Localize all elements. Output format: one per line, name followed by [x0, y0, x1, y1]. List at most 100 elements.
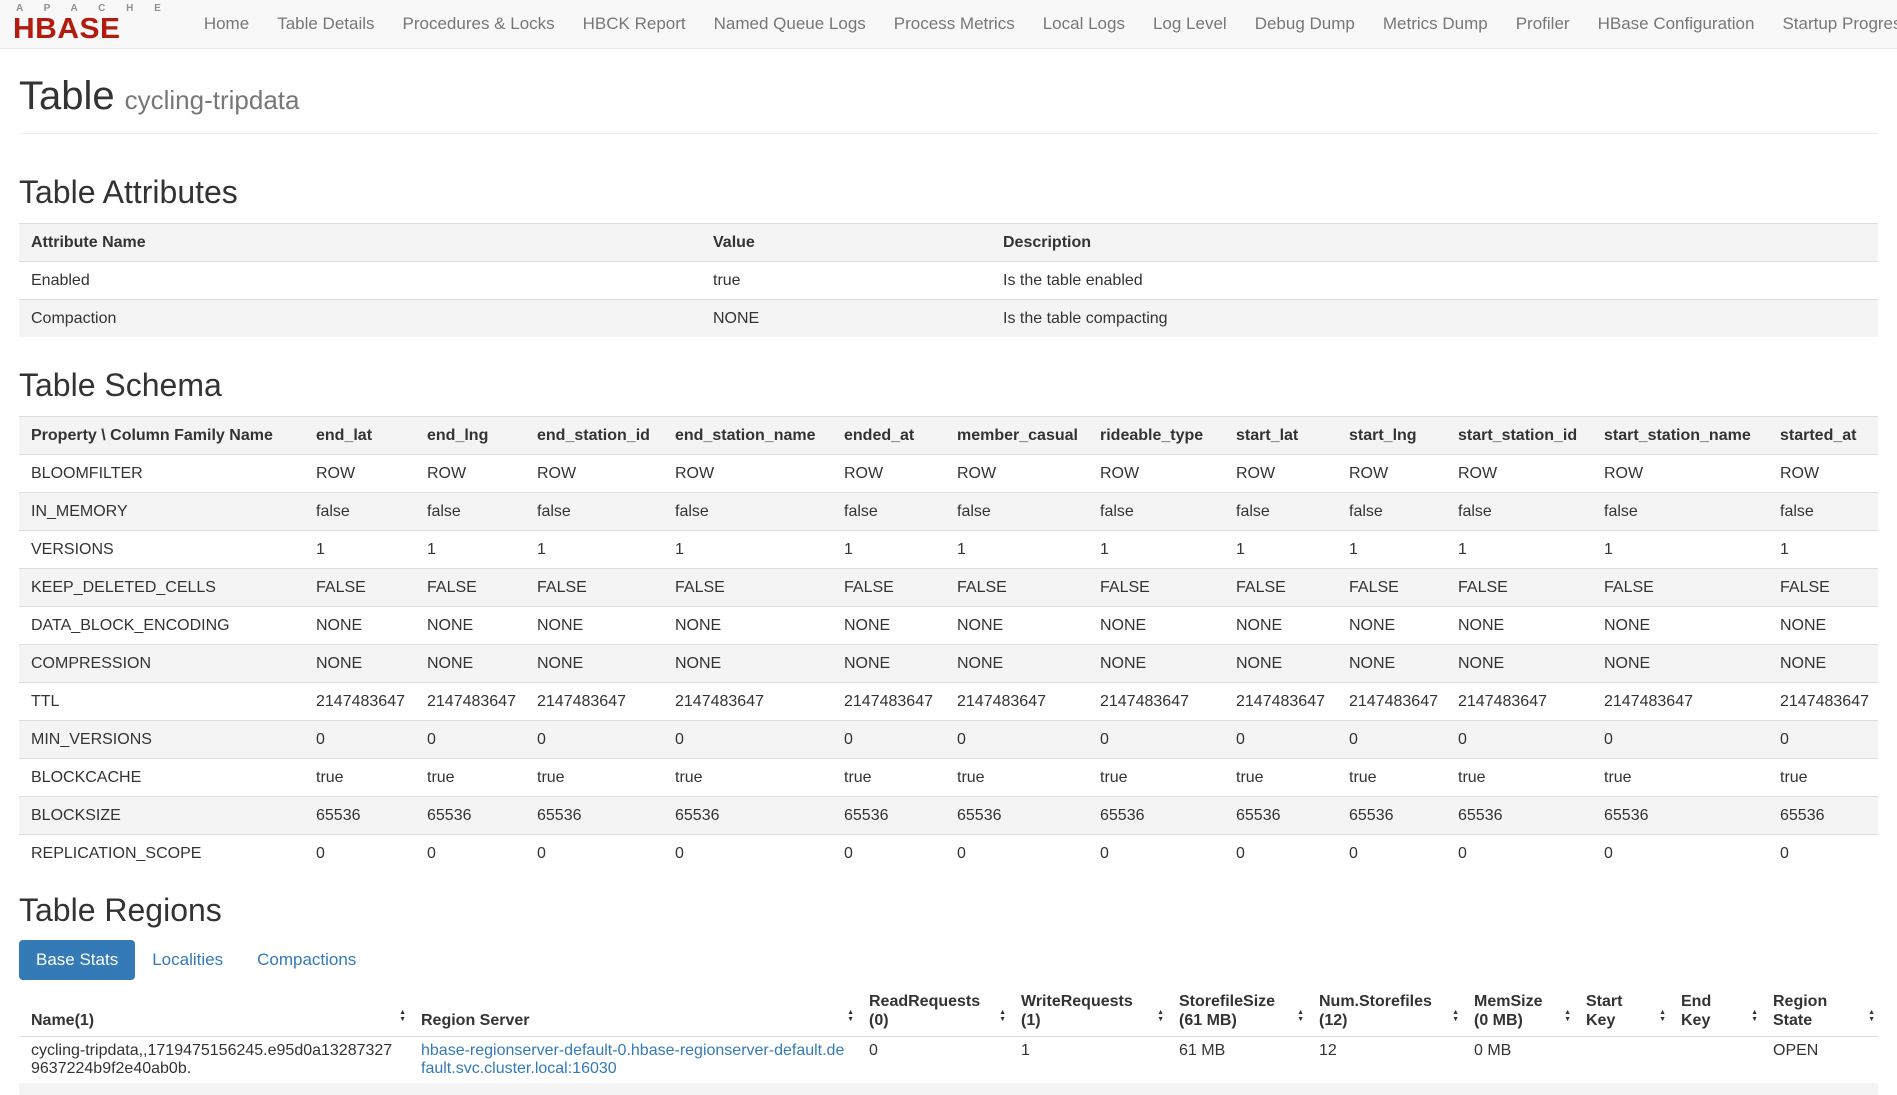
table-cell: NONE [1768, 644, 1878, 682]
table-cell: 2147483647 [945, 682, 1088, 720]
column-header[interactable]: Region State▲▼ [1761, 988, 1878, 1037]
column-header: Value [701, 223, 991, 261]
table-cell: 2147483647 [525, 682, 663, 720]
column-header: rideable_type [1088, 416, 1224, 454]
region-read-requests: 0 [857, 1037, 1009, 1084]
schema-header-row: Property \ Column Family Nameend_latend_… [19, 416, 1878, 454]
nav-item-log-level[interactable]: Log Level [1139, 14, 1241, 34]
tab-base-stats[interactable]: Base Stats [19, 940, 135, 980]
table-cell: 0 [1224, 720, 1337, 758]
table-row: MIN_VERSIONS000000000000 [19, 720, 1878, 758]
table-cell: Is the table compacting [991, 299, 1878, 337]
table-cell: false [525, 492, 663, 530]
table-cell: NONE [1592, 644, 1768, 682]
hbase-logo[interactable]: A P A C H E HBASE [13, 4, 170, 45]
attributes-heading: Table Attributes [19, 174, 1878, 211]
column-header[interactable]: Region Server▲▼ [409, 988, 857, 1037]
nav-item-process-metrics[interactable]: Process Metrics [880, 14, 1029, 34]
column-header[interactable]: Num.Storefiles (12) ▲▼ [1307, 988, 1462, 1037]
table-cell: 1 [945, 530, 1088, 568]
table-cell: 0 [415, 720, 525, 758]
table-cell: 1 [1088, 530, 1224, 568]
nav-item-procedures-locks[interactable]: Procedures & Locks [389, 14, 569, 34]
page-title-text: Table [19, 74, 115, 118]
table-cell: 0 [525, 720, 663, 758]
nav-item-table-details[interactable]: Table Details [263, 14, 388, 34]
table-cell: NONE [945, 644, 1088, 682]
table-cell: 65536 [832, 796, 945, 834]
table-cell: false [1446, 492, 1592, 530]
table-cell: 0 [1224, 834, 1337, 872]
table-cell: 0 [945, 834, 1088, 872]
column-header: started_at [1768, 416, 1878, 454]
sort-icon[interactable]: ▲▼ [1157, 1010, 1164, 1023]
column-header[interactable]: Name(1) ▲▼ [19, 988, 409, 1037]
nav-item-debug-dump[interactable]: Debug Dump [1241, 14, 1369, 34]
next-row-partial [19, 1083, 1878, 1095]
column-header[interactable]: Start Key▲▼ [1574, 988, 1669, 1037]
table-cell: COMPRESSION [19, 644, 304, 682]
table-cell: FALSE [832, 568, 945, 606]
table-cell: 0 [832, 720, 945, 758]
column-header[interactable]: WriteRequests (1) ▲▼ [1009, 988, 1167, 1037]
column-header: start_lng [1337, 416, 1446, 454]
sort-icon[interactable]: ▲▼ [1751, 1010, 1758, 1023]
nav-item-metrics-dump[interactable]: Metrics Dump [1369, 14, 1502, 34]
table-row: VERSIONS111111111111 [19, 530, 1878, 568]
nav-item-startup-progress[interactable]: Startup Progress [1768, 14, 1897, 34]
sort-icon[interactable]: ▲▼ [847, 1010, 854, 1023]
sort-icon[interactable]: ▲▼ [399, 1010, 406, 1023]
table-cell: NONE [663, 606, 832, 644]
table-cell: false [663, 492, 832, 530]
table-cell: ROW [1224, 454, 1337, 492]
sort-icon[interactable]: ▲▼ [1452, 1010, 1459, 1023]
table-cell: 65536 [1337, 796, 1446, 834]
table-cell: 2147483647 [1088, 682, 1224, 720]
table-cell: 1 [832, 530, 945, 568]
table-cell: false [1592, 492, 1768, 530]
column-header: end_lng [415, 416, 525, 454]
column-header: Attribute Name [19, 223, 701, 261]
tab-localities[interactable]: Localities [135, 940, 240, 980]
column-header-label: Num.Storefiles (12) [1319, 993, 1432, 1029]
table-cell: false [1768, 492, 1878, 530]
sort-icon[interactable]: ▲▼ [1868, 1010, 1875, 1023]
nav-item-hbase-configuration[interactable]: HBase Configuration [1584, 14, 1769, 34]
column-header: end_lat [304, 416, 415, 454]
column-header[interactable]: ReadRequests (0)▲▼ [857, 988, 1009, 1037]
table-cell: 0 [1446, 834, 1592, 872]
sort-icon[interactable]: ▲▼ [999, 1010, 1006, 1023]
nav-item-profiler[interactable]: Profiler [1502, 14, 1584, 34]
table-cell: BLOCKSIZE [19, 796, 304, 834]
table-cell: BLOCKCACHE [19, 758, 304, 796]
table-row: REPLICATION_SCOPE000000000000 [19, 834, 1878, 872]
main-navigation: Home Table Details Procedures & Locks HB… [190, 14, 1897, 34]
table-cell: 65536 [1446, 796, 1592, 834]
table-cell: BLOOMFILTER [19, 454, 304, 492]
sort-icon[interactable]: ▲▼ [1297, 1010, 1304, 1023]
tab-compactions[interactable]: Compactions [240, 940, 373, 980]
column-header-label: WriteRequests (1) [1021, 993, 1133, 1029]
column-header[interactable]: StorefileSize (61 MB) ▲▼ [1167, 988, 1307, 1037]
sort-icon[interactable]: ▲▼ [1564, 1010, 1571, 1023]
column-header[interactable]: MemSize (0 MB)▲▼ [1462, 988, 1574, 1037]
column-header[interactable]: End Key▲▼ [1669, 988, 1761, 1037]
nav-item-hbck-report[interactable]: HBCK Report [569, 14, 700, 34]
table-cell: REPLICATION_SCOPE [19, 834, 304, 872]
table-cell: NONE [1592, 606, 1768, 644]
column-header-label: Name(1) [31, 1012, 94, 1029]
table-row: DATA_BLOCK_ENCODINGNONENONENONENONENONEN… [19, 606, 1878, 644]
nav-item-home[interactable]: Home [190, 14, 263, 34]
sort-icon[interactable]: ▲▼ [1659, 1010, 1666, 1023]
table-cell: NONE [1088, 644, 1224, 682]
table-cell: 1 [304, 530, 415, 568]
column-header: Description [991, 223, 1878, 261]
table-cell: ROW [1768, 454, 1878, 492]
region-server-link[interactable]: hbase-regionserver-default-0.hbase-regio… [421, 1042, 844, 1077]
table-cell: FALSE [525, 568, 663, 606]
nav-item-named-queue-logs[interactable]: Named Queue Logs [700, 14, 880, 34]
table-cell: false [1337, 492, 1446, 530]
nav-item-local-logs[interactable]: Local Logs [1029, 14, 1139, 34]
table-cell: true [832, 758, 945, 796]
column-header-label: StorefileSize (61 MB) [1179, 993, 1275, 1029]
